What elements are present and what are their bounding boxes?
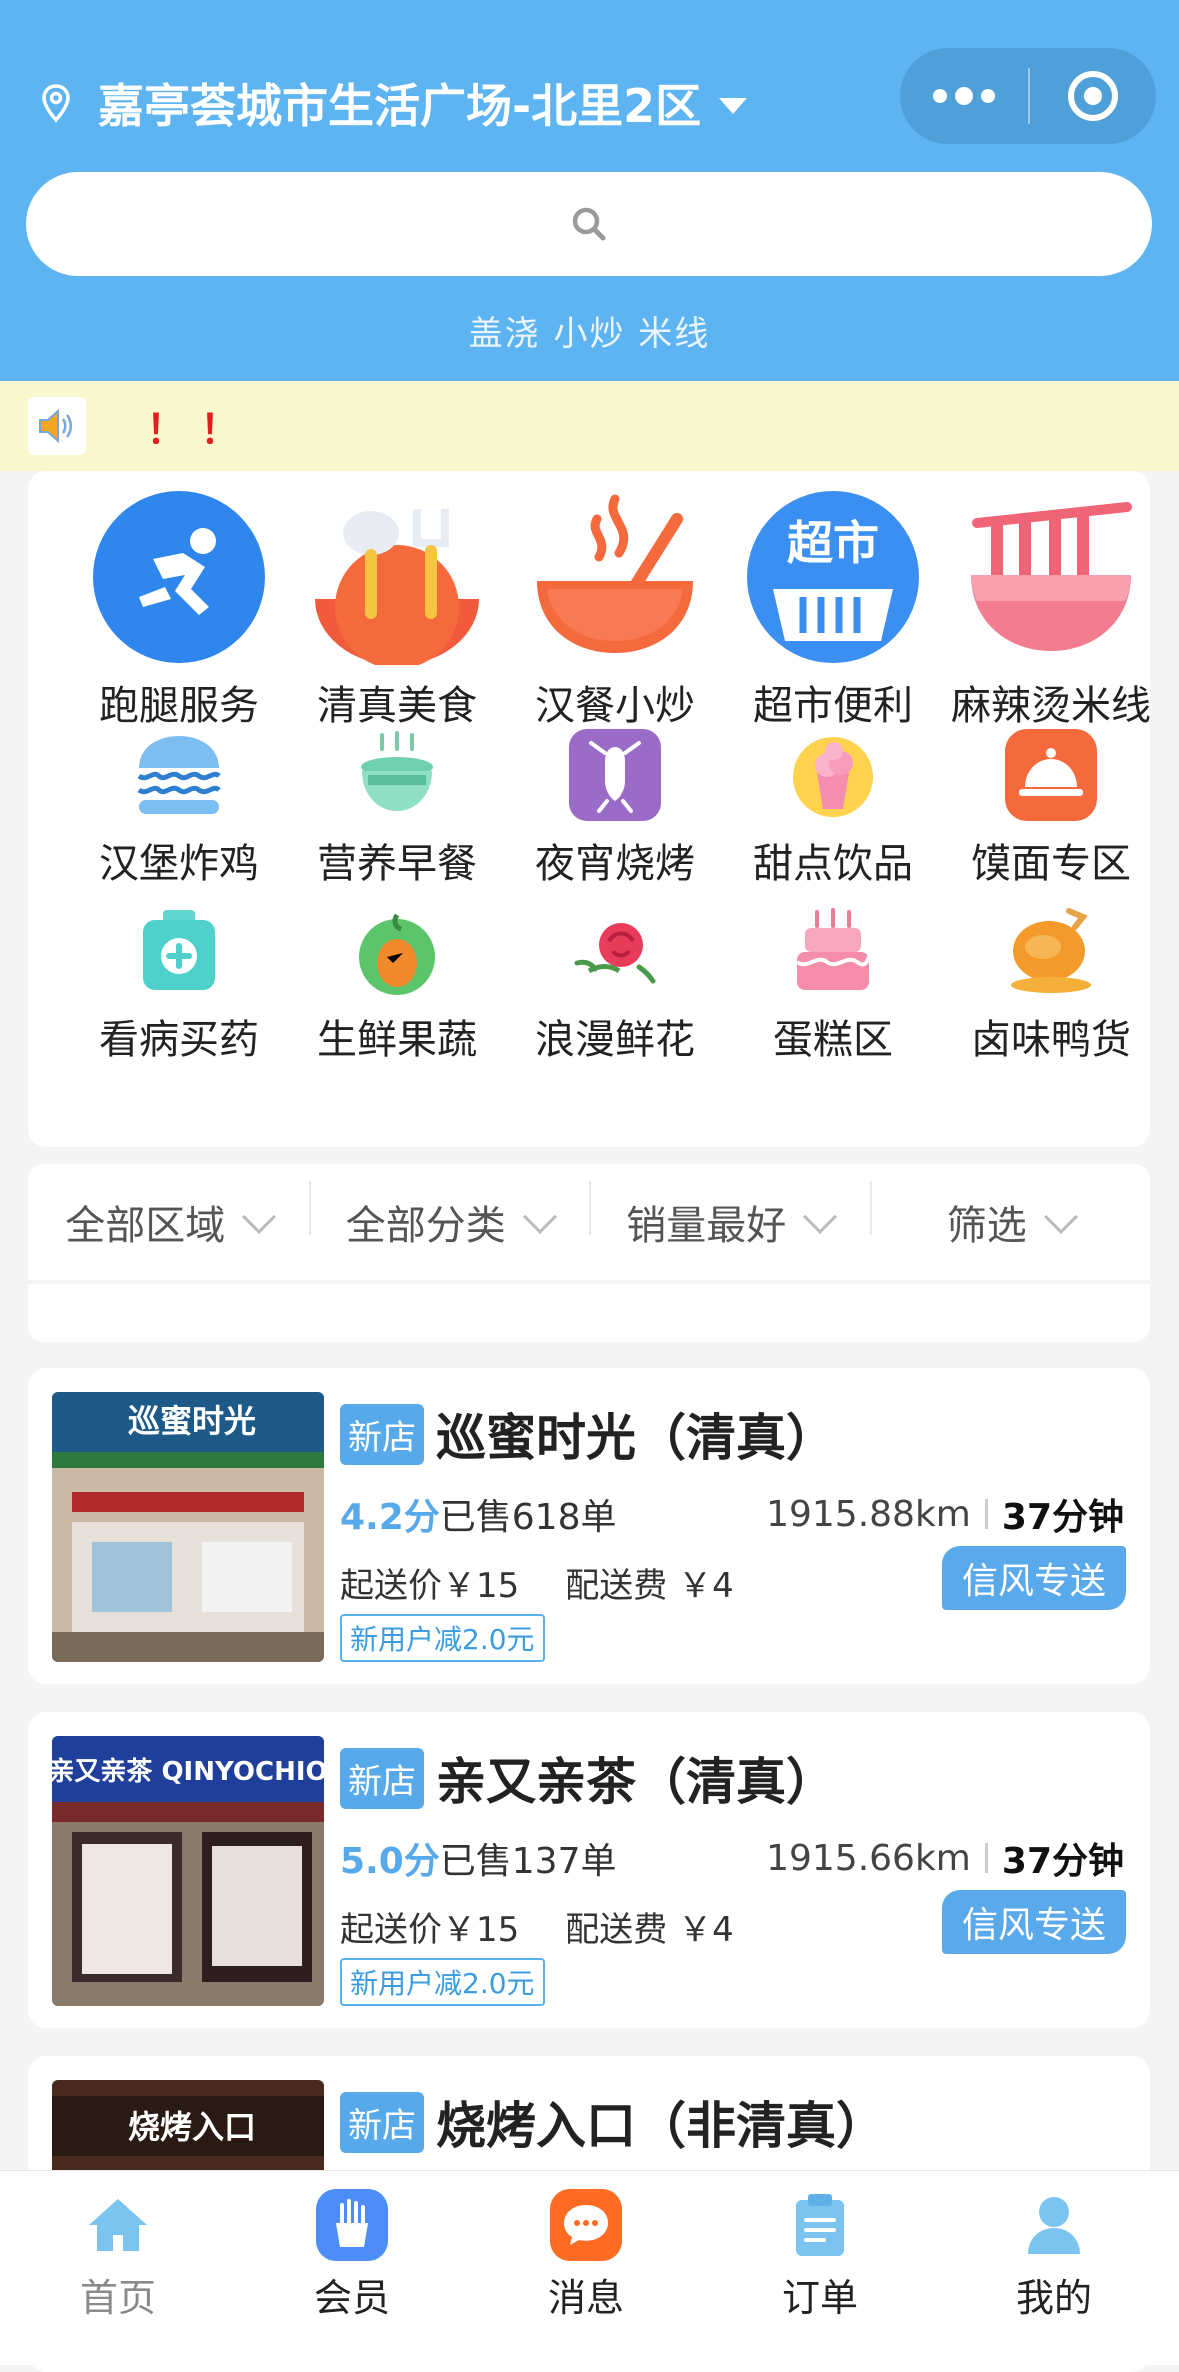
category-noodles[interactable]: 馍面专区 bbox=[946, 727, 1156, 889]
category-bbq[interactable]: 夜宵烧烤 bbox=[510, 727, 720, 889]
category-errand[interactable]: 跑腿服务 bbox=[74, 489, 284, 731]
category-burger[interactable]: 汉堡炸鸡 bbox=[74, 727, 284, 889]
shop-card[interactable]: 巡蜜时光 新店 巡蜜时光（清真） 4.2分已售618单 1915.88km 37分… bbox=[28, 1368, 1150, 1684]
category-dessert[interactable]: 甜点饮品 bbox=[728, 727, 938, 889]
breakfast-pot-icon bbox=[292, 727, 502, 823]
new-store-badge: 新店 bbox=[340, 1747, 424, 1809]
category-flowers[interactable]: 浪漫鲜花 bbox=[510, 903, 720, 1065]
shop-distance: 1915.88km bbox=[766, 1493, 971, 1535]
shop-rating: 4.2分 bbox=[340, 1497, 440, 1538]
rose-icon bbox=[510, 903, 720, 999]
tab-member[interactable]: 会员 bbox=[262, 2189, 442, 2322]
message-icon bbox=[550, 2189, 622, 2261]
header: 嘉亭荟城市生活广场-北里2区 盖浇 小炒 米线 bbox=[0, 0, 1179, 381]
noodle-bowl-icon bbox=[946, 489, 1156, 665]
location-text: 嘉亭荟城市生活广场-北里2区 bbox=[98, 79, 702, 133]
filter-area[interactable]: 全部区域 bbox=[28, 1193, 309, 1251]
svg-text:巡蜜时光: 巡蜜时光 bbox=[128, 1402, 256, 1440]
notice-text: ！！ bbox=[146, 407, 254, 453]
running-man-icon bbox=[74, 489, 284, 665]
chevron-down-icon bbox=[522, 1200, 557, 1234]
shop-card[interactable]: 亲又亲茶 QINYOCHIO 新店 亲又亲茶（清真） 5.0分已售137单 19… bbox=[28, 1712, 1150, 2028]
tab-profile[interactable]: 我的 bbox=[964, 2189, 1144, 2322]
filter-spacer bbox=[28, 1284, 1150, 1342]
bottom-tab-bar: 首页 会员 消息 订单 我的 bbox=[0, 2170, 1179, 2365]
food-cloche-icon bbox=[946, 727, 1156, 823]
category-grid: 跑腿服务 清真美食 汉餐小炒 超市 超市便利 麻辣烫米线 汉堡炸鸡 营养早餐 夜… bbox=[28, 471, 1151, 1147]
roast-duck-icon bbox=[946, 903, 1156, 999]
shop-sold: 已售137单 bbox=[439, 1841, 617, 1882]
shop-name: 亲又亲茶（清真） bbox=[436, 1753, 836, 1811]
bowl-icon bbox=[510, 489, 720, 665]
category-spicy-hotpot[interactable]: 麻辣烫米线 bbox=[946, 489, 1156, 731]
shop-distance: 1915.66km bbox=[766, 1837, 971, 1879]
delivery-tag: 信风专送 bbox=[941, 1890, 1126, 1954]
min-order: 起送价￥15 bbox=[340, 1910, 520, 1950]
user-icon bbox=[1018, 2189, 1090, 2261]
supermarket-basket-icon: 超市 bbox=[728, 489, 938, 665]
order-clipboard-icon bbox=[784, 2189, 856, 2261]
new-store-badge: 新店 bbox=[340, 2091, 424, 2153]
filter-more[interactable]: 筛选 bbox=[869, 1181, 1151, 1251]
filter-bar: 全部区域 全部分类 销量最好 筛选 bbox=[28, 1164, 1150, 1280]
miniprogram-capsule bbox=[900, 48, 1156, 144]
medicine-kit-icon bbox=[74, 903, 284, 999]
crayfish-icon bbox=[510, 727, 720, 823]
svg-text:超市: 超市 bbox=[787, 516, 879, 570]
spoon-fork-icon bbox=[292, 489, 502, 665]
location-pin-icon bbox=[42, 84, 70, 123]
category-braised-duck[interactable]: 卤味鸭货 bbox=[946, 903, 1156, 1065]
fruit-icon bbox=[292, 903, 502, 999]
speaker-icon bbox=[28, 397, 86, 455]
chevron-down-icon bbox=[242, 1200, 277, 1234]
delivery-tag: 信风专送 bbox=[941, 1546, 1126, 1610]
category-halal[interactable]: 清真美食 bbox=[292, 489, 502, 731]
chevron-down-icon bbox=[719, 98, 748, 114]
close-miniprogram-button[interactable] bbox=[1030, 48, 1156, 144]
new-store-badge: 新店 bbox=[340, 1403, 424, 1465]
filter-sort[interactable]: 销量最好 bbox=[589, 1181, 870, 1251]
category-breakfast[interactable]: 营养早餐 bbox=[292, 727, 502, 889]
delivery-fee: 配送费 ￥4 bbox=[565, 1910, 734, 1950]
tab-home[interactable]: 首页 bbox=[28, 2189, 208, 2322]
shop-name: 巡蜜时光（清真） bbox=[436, 1409, 836, 1467]
category-fresh-produce[interactable]: 生鲜果蔬 bbox=[292, 903, 502, 1065]
tab-orders[interactable]: 订单 bbox=[730, 2189, 910, 2322]
ice-cream-icon bbox=[728, 727, 938, 823]
delivery-time: 37分钟 bbox=[1001, 1841, 1124, 1882]
svg-text:烧烤入口: 烧烤入口 bbox=[128, 2108, 256, 2146]
category-chinese-food[interactable]: 汉餐小炒 bbox=[510, 489, 720, 731]
cake-icon bbox=[728, 903, 938, 999]
hot-search-keywords[interactable]: 盖浇 小炒 米线 bbox=[0, 306, 1179, 355]
home-icon bbox=[82, 2189, 154, 2261]
coupon-tag: 新用户减2.0元 bbox=[340, 1614, 545, 1662]
burger-icon bbox=[74, 727, 284, 823]
category-medicine[interactable]: 看病买药 bbox=[74, 903, 284, 1065]
delivery-time: 37分钟 bbox=[1001, 1497, 1124, 1538]
delivery-fee: 配送费 ￥4 bbox=[565, 1566, 734, 1606]
chevron-down-icon bbox=[803, 1200, 838, 1234]
filter-category[interactable]: 全部分类 bbox=[308, 1181, 590, 1251]
min-order: 起送价￥15 bbox=[340, 1566, 520, 1606]
category-supermarket[interactable]: 超市 超市便利 bbox=[728, 489, 938, 731]
location-selector[interactable]: 嘉亭荟城市生活广场-北里2区 bbox=[36, 70, 748, 136]
search-input[interactable] bbox=[26, 172, 1152, 276]
coupon-tag: 新用户减2.0元 bbox=[340, 1958, 545, 2006]
tab-messages[interactable]: 消息 bbox=[496, 2189, 676, 2322]
target-icon bbox=[1068, 71, 1118, 121]
shop-name: 烧烤入口（非清真） bbox=[436, 2097, 886, 2155]
more-options-button[interactable] bbox=[900, 48, 1028, 144]
shop-image: 巡蜜时光 bbox=[52, 1392, 324, 1662]
search-icon bbox=[572, 207, 606, 241]
svg-text:亲又亲茶 QINYOCHIO: 亲又亲茶 QINYOCHIO bbox=[52, 1757, 324, 1787]
notice-bar[interactable]: ！！ bbox=[0, 381, 1179, 471]
shop-rating: 5.0分 bbox=[340, 1841, 440, 1882]
category-cake[interactable]: 蛋糕区 bbox=[728, 903, 938, 1065]
shop-sold: 已售618单 bbox=[439, 1497, 617, 1538]
fries-icon bbox=[316, 2189, 388, 2261]
shop-image: 亲又亲茶 QINYOCHIO bbox=[52, 1736, 324, 2006]
chevron-down-icon bbox=[1043, 1200, 1078, 1234]
